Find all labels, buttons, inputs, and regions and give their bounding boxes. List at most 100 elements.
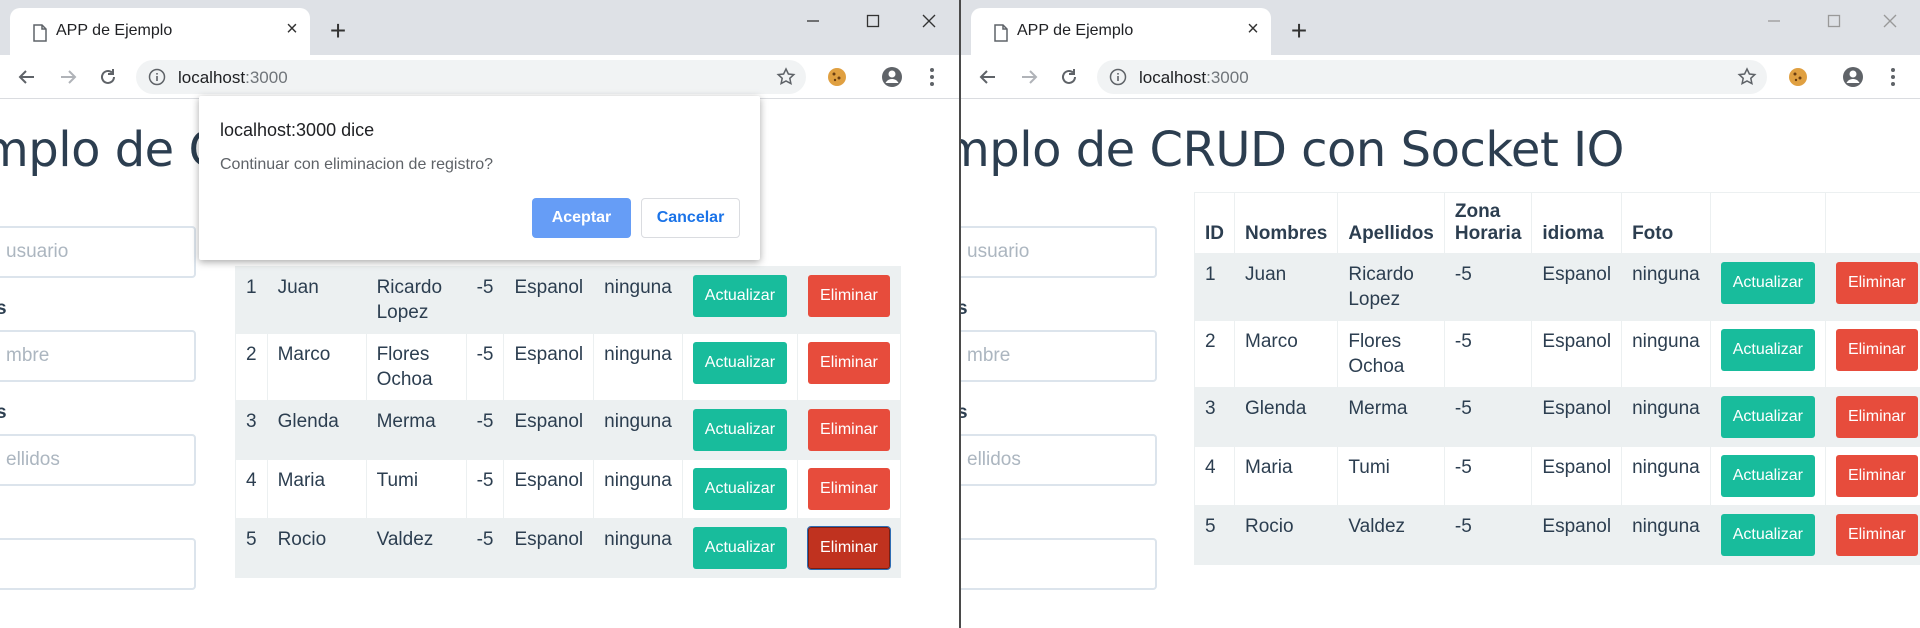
table-row: 2 Marco Flores Ochoa -5 Espanol ninguna Actual… (235, 333, 901, 401)
cell-foto: ninguna (1621, 446, 1711, 506)
page-title: mplo de CRUD con Socket IO (961, 122, 1624, 178)
apellidos-label: s (0, 402, 7, 423)
update-button[interactable]: Actualizar (692, 342, 788, 384)
cell-apellidos: Tumi (1337, 446, 1445, 506)
cell-zona: -5 (1443, 253, 1533, 321)
profile-avatar-icon[interactable] (880, 65, 904, 89)
foto-input[interactable] (0, 538, 196, 590)
bookmark-star-icon[interactable] (1737, 67, 1757, 87)
delete-button[interactable]: Eliminar (807, 526, 891, 570)
reload-button[interactable] (95, 64, 121, 90)
back-button[interactable] (14, 64, 40, 90)
browser-toolbar: localhost:3000 (0, 55, 959, 99)
forward-button[interactable] (55, 64, 81, 90)
cell-id: 1 (1194, 253, 1235, 321)
forward-button[interactable] (1016, 64, 1042, 90)
tab-strip: APP de Ejemplo × + (0, 0, 959, 55)
delete-button[interactable]: Eliminar (808, 468, 890, 510)
nombre-input[interactable]: mbre (0, 330, 196, 382)
cell-id: 3 (235, 400, 268, 460)
info-icon[interactable] (148, 68, 166, 86)
update-button[interactable]: Actualizar (1720, 262, 1815, 304)
cell-zona: -5 (1443, 505, 1533, 565)
browser-tab[interactable]: APP de Ejemplo × (10, 8, 310, 55)
cell-foto: ninguna (593, 518, 683, 578)
update-button[interactable]: Actualizar (1720, 455, 1815, 497)
profile-avatar-icon[interactable] (1841, 65, 1865, 89)
nombre-input[interactable]: mbre (961, 330, 1157, 382)
usuario-input[interactable]: usuario (961, 226, 1157, 278)
cell-delete: Eliminar (797, 518, 901, 578)
cell-nombres: Maria (1233, 446, 1339, 506)
cell-update: Actualizar (1709, 253, 1826, 321)
cell-nombres: Rocio (266, 518, 367, 578)
close-tab-icon[interactable]: × (1242, 18, 1264, 40)
close-tab-icon[interactable]: × (281, 18, 303, 40)
update-button[interactable]: Actualizar (692, 275, 788, 317)
address-bar[interactable]: localhost:3000 (136, 60, 806, 94)
cell-apellidos: Merma (1337, 387, 1445, 447)
table-row: 4 Maria Tumi -5 Espanol ninguna Actualizar Elim… (235, 459, 901, 519)
table-row: 5 Rocio Valdez -5 Espanol ninguna Actualizar El… (235, 518, 901, 578)
update-button[interactable]: Actualizar (1720, 396, 1815, 438)
delete-button[interactable]: Eliminar (1835, 514, 1918, 556)
cookie-icon[interactable] (825, 65, 849, 89)
minimize-button[interactable] (1751, 6, 1797, 36)
delete-button[interactable]: Eliminar (808, 275, 890, 317)
back-button[interactable] (975, 64, 1001, 90)
delete-button[interactable]: Eliminar (1835, 396, 1918, 438)
delete-button[interactable]: Eliminar (1835, 455, 1918, 497)
cell-nombres: Juan (266, 266, 367, 334)
update-button[interactable]: Actualizar (1720, 329, 1815, 371)
cookie-icon[interactable] (1786, 65, 1810, 89)
menu-kebab-icon[interactable] (920, 65, 944, 89)
cell-idioma: Espanol (503, 400, 595, 460)
close-window-button[interactable] (1867, 6, 1913, 36)
cell-delete: Eliminar (797, 266, 901, 334)
cancel-button[interactable]: Cancelar (641, 198, 740, 238)
apellidos-input[interactable]: ellidos (961, 434, 1157, 486)
url-text[interactable]: localhost:3000 (178, 68, 288, 88)
cell-id: 4 (235, 459, 268, 519)
url-text[interactable]: localhost:3000 (1139, 68, 1249, 88)
cell-apellidos: Flores Ochoa (365, 333, 467, 401)
bookmark-star-icon[interactable] (776, 67, 796, 87)
address-bar[interactable]: localhost:3000 (1097, 60, 1767, 94)
browser-tab[interactable]: APP de Ejemplo × (971, 8, 1271, 55)
close-window-button[interactable] (906, 6, 952, 36)
tab-title: APP de Ejemplo (56, 22, 173, 39)
new-tab-button[interactable]: + (1286, 17, 1312, 45)
page-content: mplo de CRUD con Socket IO usuario s mbr… (961, 100, 1920, 628)
usuario-input[interactable]: usuario (0, 226, 196, 278)
crud-table: ID Nombres Apellidos Zona Horaria idioma Foto… (1194, 192, 1920, 565)
apellidos-input[interactable]: ellidos (0, 434, 196, 486)
delete-button[interactable]: Eliminar (1835, 262, 1918, 304)
browser-window-left: APP de Ejemplo × + localhost:3000 mplo d… (0, 0, 959, 628)
update-button[interactable]: Actualizar (1720, 514, 1815, 556)
update-button[interactable]: Actualizar (692, 527, 788, 569)
update-button[interactable]: Actualizar (692, 468, 788, 510)
delete-button[interactable]: Eliminar (808, 342, 890, 384)
minimize-button[interactable] (790, 6, 836, 36)
cell-foto: ninguna (593, 266, 683, 334)
reload-button[interactable] (1056, 64, 1082, 90)
update-button[interactable]: Actualizar (692, 409, 788, 451)
nombres-label: s (0, 298, 7, 319)
delete-button[interactable]: Eliminar (1835, 329, 1918, 371)
cell-id: 4 (1194, 446, 1235, 506)
cell-idioma: Espanol (503, 333, 595, 401)
info-icon[interactable] (1109, 68, 1127, 86)
menu-kebab-icon[interactable] (1881, 65, 1905, 89)
document-icon (994, 24, 1008, 42)
maximize-button[interactable] (850, 6, 896, 36)
new-tab-button[interactable]: + (325, 17, 351, 45)
action-column-header (1824, 192, 1920, 254)
table-header: ID Nombres Apellidos Zona Horaria idioma Foto (1194, 192, 1920, 254)
delete-button[interactable]: Eliminar (808, 409, 890, 451)
foto-input[interactable] (961, 538, 1157, 590)
cell-nombres: Juan (1233, 253, 1339, 321)
cell-id: 5 (1194, 505, 1235, 565)
accept-button[interactable]: Aceptar (532, 198, 631, 238)
maximize-button[interactable] (1811, 6, 1857, 36)
column-header: Zona Horaria (1443, 192, 1533, 254)
